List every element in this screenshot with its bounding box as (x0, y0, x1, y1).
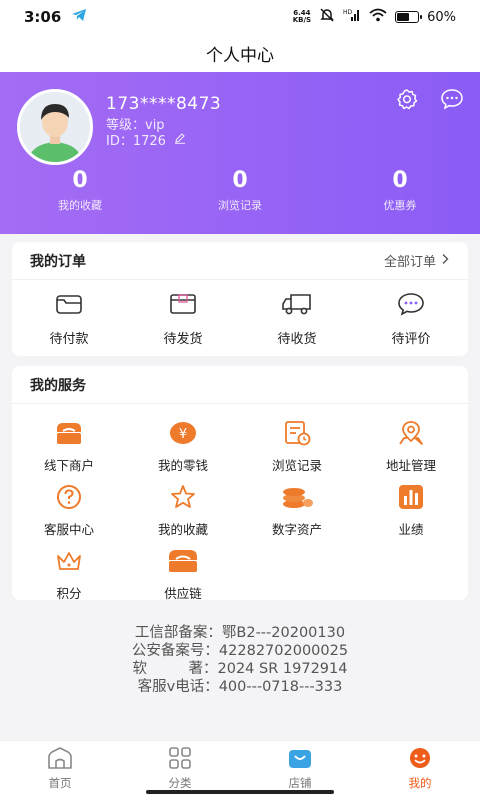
orders-title: 我的订单 (30, 253, 86, 270)
page-title: 个人中心 (206, 45, 274, 66)
user-phone: 173****8473 (106, 94, 222, 114)
bar-chart-icon (396, 484, 426, 514)
profile-header: 173****8473 等级：vip ID：1726 0 我的收藏 0 浏览记录… (0, 72, 480, 234)
service-favorites[interactable]: 我的收藏 (126, 484, 240, 538)
message-icon[interactable] (440, 88, 464, 114)
chevron-right-icon (440, 253, 450, 269)
registration-info: 工信部备案：鄂B2---20200130 公安备案号：4228270200002… (0, 624, 480, 696)
order-pending-shipment[interactable]: 待发货 (126, 292, 240, 347)
police-record: 公安备案号：42282702000025 (131, 643, 349, 659)
user-id: ID：1726 (106, 134, 166, 149)
svg-text:HD: HD (343, 9, 353, 16)
tab-mine[interactable]: 我的 (360, 741, 480, 800)
battery-percent: 60% (427, 9, 456, 25)
user-face-icon (406, 746, 434, 773)
stat-favorites[interactable]: 0 我的收藏 (0, 168, 160, 213)
coins-icon (280, 484, 314, 514)
service-address[interactable]: 地址管理 (354, 420, 468, 474)
comment-icon (396, 292, 426, 320)
service-performance[interactable]: 业绩 (354, 484, 468, 538)
status-time: 3:06 (24, 8, 62, 26)
service-history[interactable]: 浏览记录 (240, 420, 354, 474)
stat-coupons[interactable]: 0 优惠券 (320, 168, 480, 213)
service-supply-chain[interactable]: 供应链 (126, 548, 240, 602)
supply-store-icon (166, 548, 200, 578)
tab-home[interactable]: 首页 (0, 741, 120, 800)
page-title-bar: 个人中心 (0, 34, 480, 72)
grid-icon (166, 746, 194, 773)
star-icon (168, 484, 198, 514)
home-indicator[interactable] (146, 790, 334, 794)
service-my-change[interactable]: ¥ 我的零钱 (126, 420, 240, 474)
service-customer-center[interactable]: 客服中心 (12, 484, 126, 538)
location-icon (396, 420, 426, 450)
shop-bag-icon (286, 746, 314, 773)
orders-card: 我的订单 全部订单 待付款 待发货 待收货 待评价 (12, 242, 468, 356)
help-icon (54, 484, 84, 514)
service-phone: 客服v电话：400---0718---333 (137, 679, 343, 695)
telegram-icon (71, 8, 87, 26)
service-offline-merchant[interactable]: 线下商户 (12, 420, 126, 474)
svg-text:¥: ¥ (179, 427, 187, 442)
order-pending-payment[interactable]: 待付款 (12, 292, 126, 347)
order-pending-review[interactable]: 待评价 (354, 292, 468, 347)
box-icon (169, 292, 197, 320)
order-pending-receipt[interactable]: 待收货 (240, 292, 354, 347)
wallet-icon (55, 292, 83, 320)
service-digital-assets[interactable]: 数字资产 (240, 484, 354, 538)
profile-stats: 0 我的收藏 0 浏览记录 0 优惠券 (0, 168, 480, 213)
store-icon (54, 420, 84, 450)
settings-gear-icon[interactable] (396, 88, 418, 114)
home-icon (46, 746, 74, 773)
services-card: 我的服务 线下商户 ¥ 我的零钱 浏览记录 地址管理 客服中心 我的收藏 数字资… (12, 366, 468, 602)
truck-icon (281, 292, 313, 320)
mute-bell-icon (319, 7, 335, 27)
services-title: 我的服务 (30, 377, 86, 394)
wifi-icon (369, 8, 387, 26)
history-icon (282, 420, 312, 450)
signal-icon: HD (343, 8, 361, 26)
yen-coin-icon: ¥ (168, 420, 198, 450)
edit-icon[interactable] (174, 132, 186, 148)
status-bar: 3:06 6.44 KB/S HD 60% (0, 0, 480, 34)
icp-record: 工信部备案：鄂B2---20200130 (134, 625, 346, 641)
avatar[interactable] (17, 89, 93, 165)
stat-history[interactable]: 0 浏览记录 (160, 168, 320, 213)
service-points[interactable]: 积分 (12, 548, 126, 602)
net-speed: 6.44 KB/S (292, 9, 312, 24)
crown-icon (54, 548, 84, 578)
battery-icon (395, 11, 423, 23)
all-orders-link[interactable]: 全部订单 (384, 251, 450, 270)
user-id-row: ID：1726 (106, 130, 186, 149)
software-copyright: 软 著：2024 SR 1972914 (132, 661, 348, 677)
